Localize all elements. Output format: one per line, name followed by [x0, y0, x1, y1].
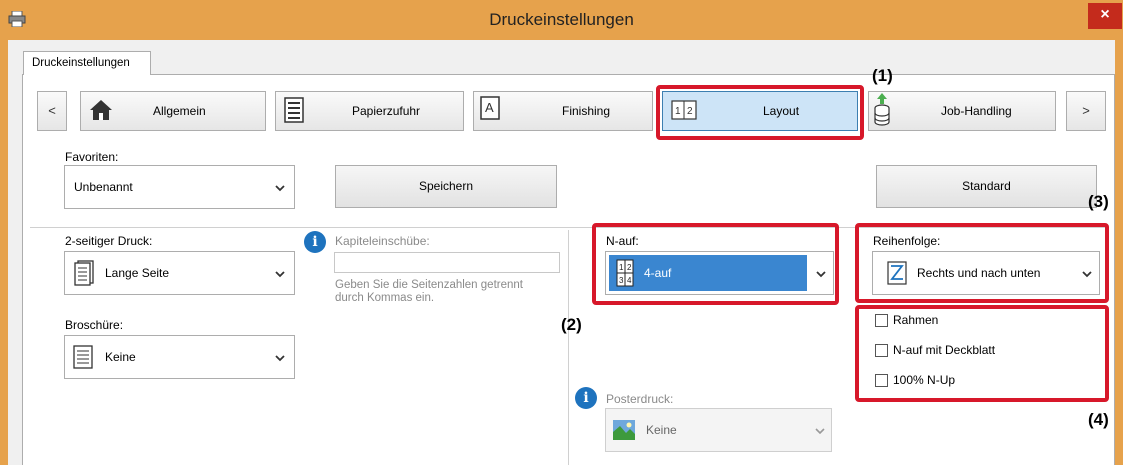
nav-prev-label: < — [48, 103, 56, 118]
nav-next-button[interactable]: > — [1066, 91, 1106, 131]
highlight-layout — [656, 85, 864, 140]
chapter-hint-line2: durch Kommas ein. — [335, 292, 435, 304]
home-icon — [90, 100, 112, 120]
duplex-select[interactable]: Lange Seite — [64, 251, 295, 295]
landscape-image-icon — [613, 420, 635, 440]
window-frame-right — [1115, 40, 1123, 465]
chapter-input[interactable] — [334, 252, 560, 273]
job-handling-icon — [874, 93, 890, 126]
callout-4: (4) — [1088, 410, 1109, 429]
default-button[interactable]: Standard — [876, 165, 1097, 208]
nav-papierzufuhr-button[interactable]: Papierzufuhr — [275, 91, 464, 131]
window-frame-left — [0, 40, 8, 465]
nav-allgemein-button[interactable]: Allgemein — [80, 91, 266, 131]
long-edge-icon — [74, 260, 94, 286]
callout-2: (2) — [561, 315, 582, 334]
poster-select[interactable]: Keine — [605, 408, 832, 452]
duplex-label: 2-seitiger Druck: — [65, 234, 153, 248]
svg-text:A: A — [485, 100, 494, 115]
column-divider — [568, 230, 569, 465]
nav-papierzufuhr-label: Papierzufuhr — [352, 104, 421, 118]
printer-icon — [8, 11, 26, 27]
tab-druckeinstellungen[interactable]: Druckeinstellungen — [23, 51, 151, 75]
callout-1: (1) — [872, 66, 893, 85]
chevron-down-icon — [815, 428, 825, 435]
nav-job-handling-button[interactable]: Job-Handling — [868, 91, 1056, 131]
nav-prev-button[interactable]: < — [37, 91, 67, 131]
info-icon[interactable]: i — [304, 231, 326, 253]
chapter-label: Kapiteleinschübe: — [335, 234, 430, 248]
info-icon[interactable]: i — [575, 387, 597, 409]
duplex-value: Lange Seite — [105, 266, 170, 280]
booklet-select[interactable]: Keine — [64, 335, 295, 379]
poster-label: Posterdruck: — [606, 392, 674, 406]
close-button[interactable]: × — [1088, 3, 1122, 29]
chevron-down-icon — [275, 185, 285, 192]
nav-finishing-label: Finishing — [562, 104, 611, 118]
save-button[interactable]: Speichern — [335, 165, 557, 208]
booklet-label: Broschüre: — [65, 318, 124, 332]
document-icon — [73, 345, 93, 369]
favorites-select[interactable]: Unbenannt — [64, 165, 295, 209]
highlight-checkboxes — [855, 305, 1109, 402]
nav-job-handling-label: Job-Handling — [941, 104, 1012, 118]
paper-tray-icon — [284, 97, 304, 123]
poster-value: Keine — [646, 423, 677, 437]
nav-next-label: > — [1082, 103, 1090, 118]
callout-3: (3) — [1088, 192, 1109, 211]
chevron-down-icon — [275, 271, 285, 278]
chapter-hint-line1: Geben Sie die Seitenzahlen getrennt — [335, 279, 523, 291]
finishing-icon: A — [480, 96, 500, 120]
title-bar: Druckeinstellungen × — [0, 0, 1123, 40]
highlight-nup — [592, 223, 839, 305]
window-title: Druckeinstellungen — [489, 10, 634, 29]
nav-allgemein-label: Allgemein — [153, 104, 206, 118]
favorites-label: Favoriten: — [65, 150, 119, 164]
chevron-down-icon — [275, 355, 285, 362]
highlight-order — [855, 223, 1109, 303]
nav-finishing-button[interactable]: A Finishing — [473, 91, 653, 131]
favorites-value: Unbenannt — [74, 180, 133, 194]
booklet-value: Keine — [105, 350, 136, 364]
